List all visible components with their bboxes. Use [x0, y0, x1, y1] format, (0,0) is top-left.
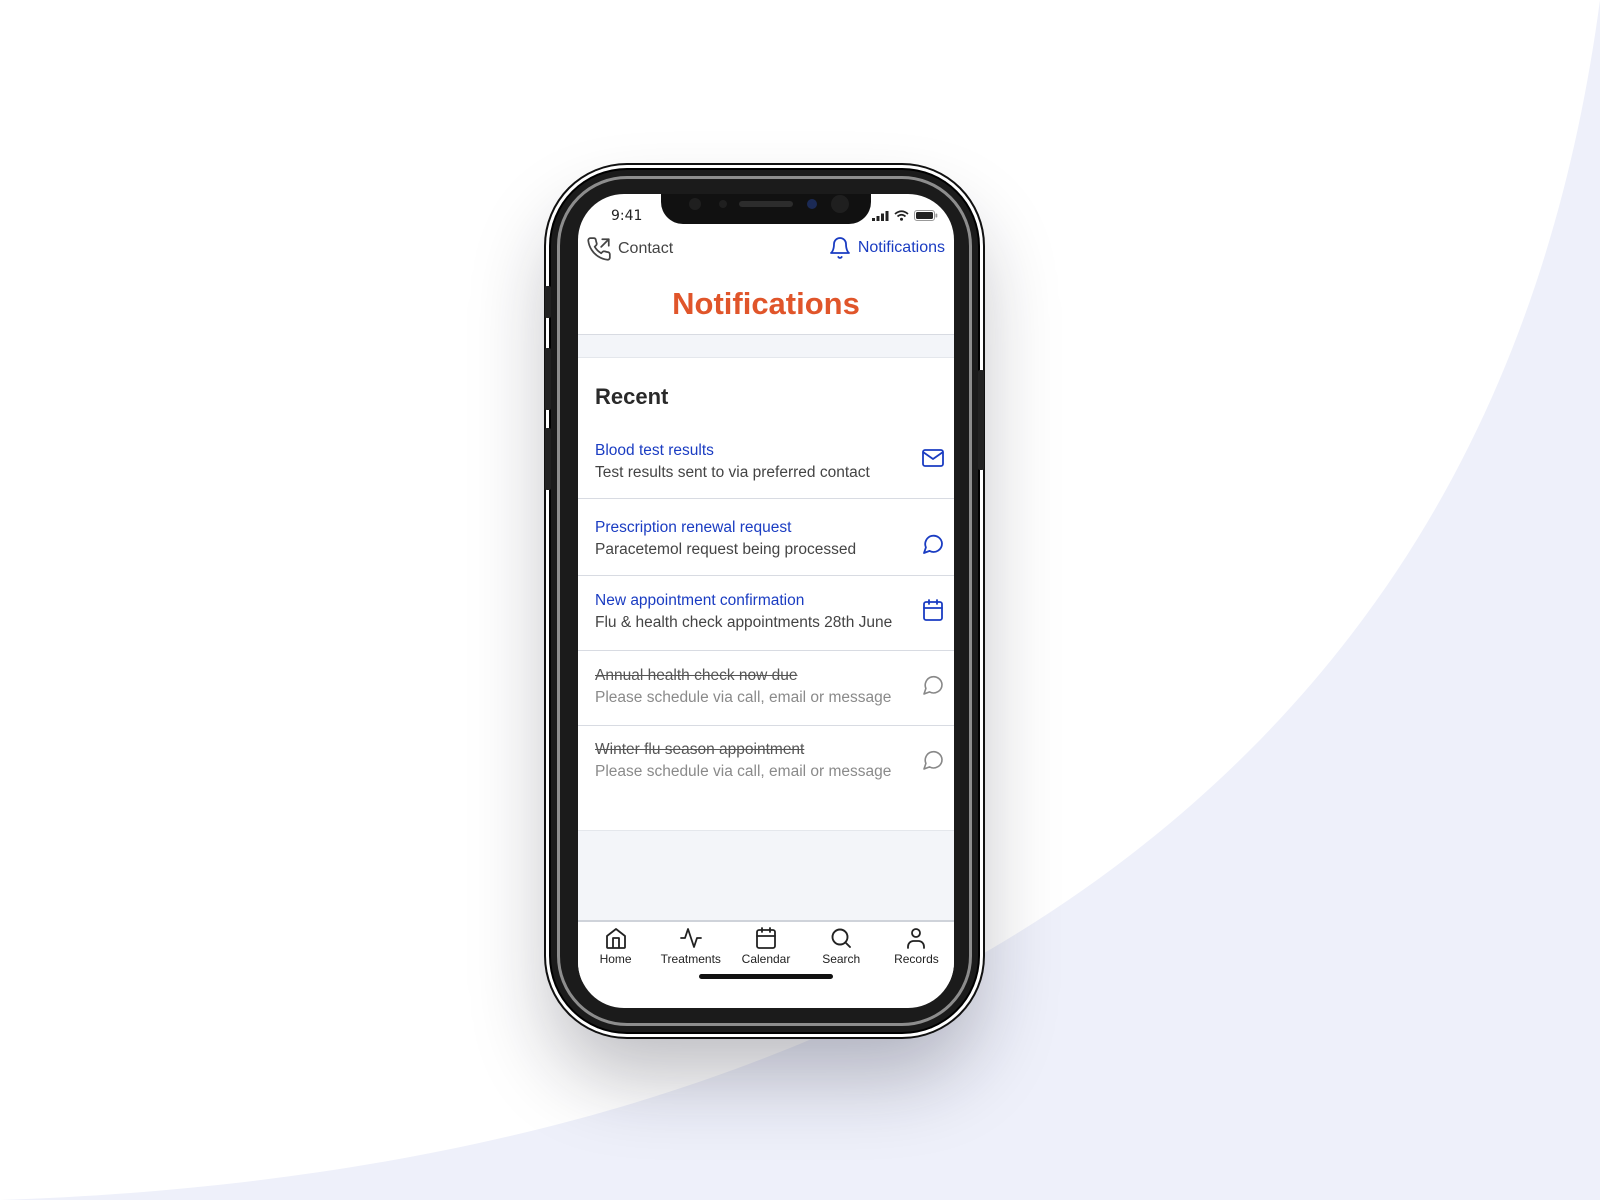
- top-bar: Contact Notifications: [578, 236, 954, 266]
- phone-screen: 9:41 Contact Notifications Notifications…: [578, 194, 954, 1008]
- header-divider: [578, 334, 954, 358]
- notification-title: Winter flu season appointment: [595, 741, 805, 758]
- power-button: [978, 370, 984, 470]
- section-title: Recent: [595, 384, 669, 409]
- status-icons: [872, 210, 938, 221]
- message-icon: [923, 750, 943, 770]
- tab-bar: Home Treatments Calendar Search Records: [578, 920, 954, 982]
- person-icon: [907, 928, 926, 949]
- tab-calendar[interactable]: Calendar: [728, 922, 803, 982]
- tab-treatments[interactable]: Treatments: [653, 922, 728, 982]
- notification-title: New appointment confirmation: [595, 592, 805, 609]
- tab-label: Treatments: [660, 952, 721, 966]
- contact-button[interactable]: Contact: [586, 236, 673, 262]
- tab-label: Search: [822, 952, 861, 966]
- notification-item[interactable]: Blood test results Test results sent to …: [578, 434, 954, 499]
- notifications-label: Notifications: [857, 239, 945, 256]
- tab-label: Calendar: [741, 952, 791, 966]
- message-icon: [923, 675, 943, 695]
- volume-up-button: [545, 348, 551, 410]
- notification-list: Blood test results Test results sent to …: [578, 434, 954, 822]
- status-time: 9:41: [611, 208, 643, 224]
- bell-icon: [829, 237, 850, 259]
- contact-label: Contact: [618, 240, 674, 257]
- tab-label: Home: [599, 952, 632, 966]
- notification-title: Prescription renewal request: [595, 519, 792, 536]
- notification-subtitle: Please schedule via call, email or messa…: [595, 689, 892, 706]
- mail-icon: [922, 449, 944, 467]
- phone-call-icon: [587, 237, 611, 261]
- notification-title: Annual health check now due: [595, 667, 798, 684]
- tab-home[interactable]: Home: [578, 922, 653, 982]
- volume-down-button: [545, 428, 551, 490]
- notification-item[interactable]: New appointment confirmation Flu & healt…: [578, 576, 954, 651]
- tab-records[interactable]: Records: [879, 922, 954, 982]
- notification-title: Blood test results: [595, 442, 714, 459]
- calendar-icon: [756, 927, 776, 949]
- tab-search[interactable]: Search: [804, 922, 879, 982]
- page-title: Notifications: [672, 286, 860, 321]
- home-icon: [605, 928, 626, 949]
- pulse-icon: [679, 928, 702, 948]
- notification-item[interactable]: Prescription renewal request Paracetemol…: [578, 499, 954, 576]
- notch: [661, 194, 871, 224]
- signal-icon: [872, 210, 889, 221]
- home-indicator[interactable]: [699, 974, 833, 979]
- notification-item[interactable]: Annual health check now due Please sched…: [578, 651, 954, 726]
- notifications-button[interactable]: Notifications: [828, 236, 945, 260]
- empty-area: [578, 830, 954, 921]
- notification-subtitle: Paracetemol request being processed: [595, 541, 857, 558]
- notification-subtitle: Test results sent to via preferred conta…: [595, 464, 870, 481]
- notification-subtitle: Please schedule via call, email or messa…: [595, 763, 892, 780]
- notification-subtitle: Flu & health check appointments 28th Jun…: [595, 614, 893, 631]
- message-icon: [923, 534, 943, 554]
- battery-icon: [914, 210, 938, 221]
- tab-label: Records: [894, 952, 939, 966]
- search-icon: [831, 928, 852, 948]
- calendar-icon: [923, 599, 943, 621]
- notification-item[interactable]: Winter flu season appointment Please sch…: [578, 726, 954, 822]
- wifi-icon: [894, 210, 909, 221]
- mute-switch: [545, 286, 551, 318]
